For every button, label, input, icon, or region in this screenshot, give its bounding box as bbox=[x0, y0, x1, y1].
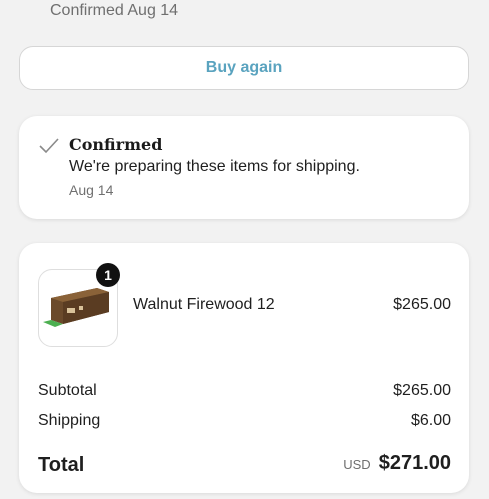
subtotal-label: Subtotal bbox=[38, 382, 97, 399]
status-description: We're preparing these items for shipping… bbox=[69, 158, 360, 175]
shipping-label: Shipping bbox=[38, 412, 101, 429]
total-label: Total bbox=[38, 454, 85, 476]
quantity-badge: 1 bbox=[96, 263, 120, 287]
currency-code: USD bbox=[343, 457, 371, 472]
order-summary-card: 1 Walnut Firewood 12 $265.00 Subtotal $2… bbox=[19, 243, 469, 493]
item-name: Walnut Firewood 12 bbox=[133, 296, 275, 313]
total-amount: $271.00 bbox=[378, 452, 451, 474]
checkmark-icon bbox=[39, 138, 59, 154]
item-price: $265.00 bbox=[393, 296, 451, 313]
status-date: Aug 14 bbox=[69, 182, 114, 198]
status-title: Confirmed bbox=[69, 135, 163, 154]
total-value-group: USD $271.00 bbox=[343, 452, 451, 475]
order-status-line: Confirmed Aug 14 bbox=[50, 2, 179, 19]
subtotal-value: $265.00 bbox=[393, 382, 451, 399]
buy-again-button[interactable]: Buy again bbox=[19, 46, 469, 90]
status-card: Confirmed We're preparing these items fo… bbox=[19, 116, 469, 219]
shipping-value: $6.00 bbox=[410, 412, 451, 429]
